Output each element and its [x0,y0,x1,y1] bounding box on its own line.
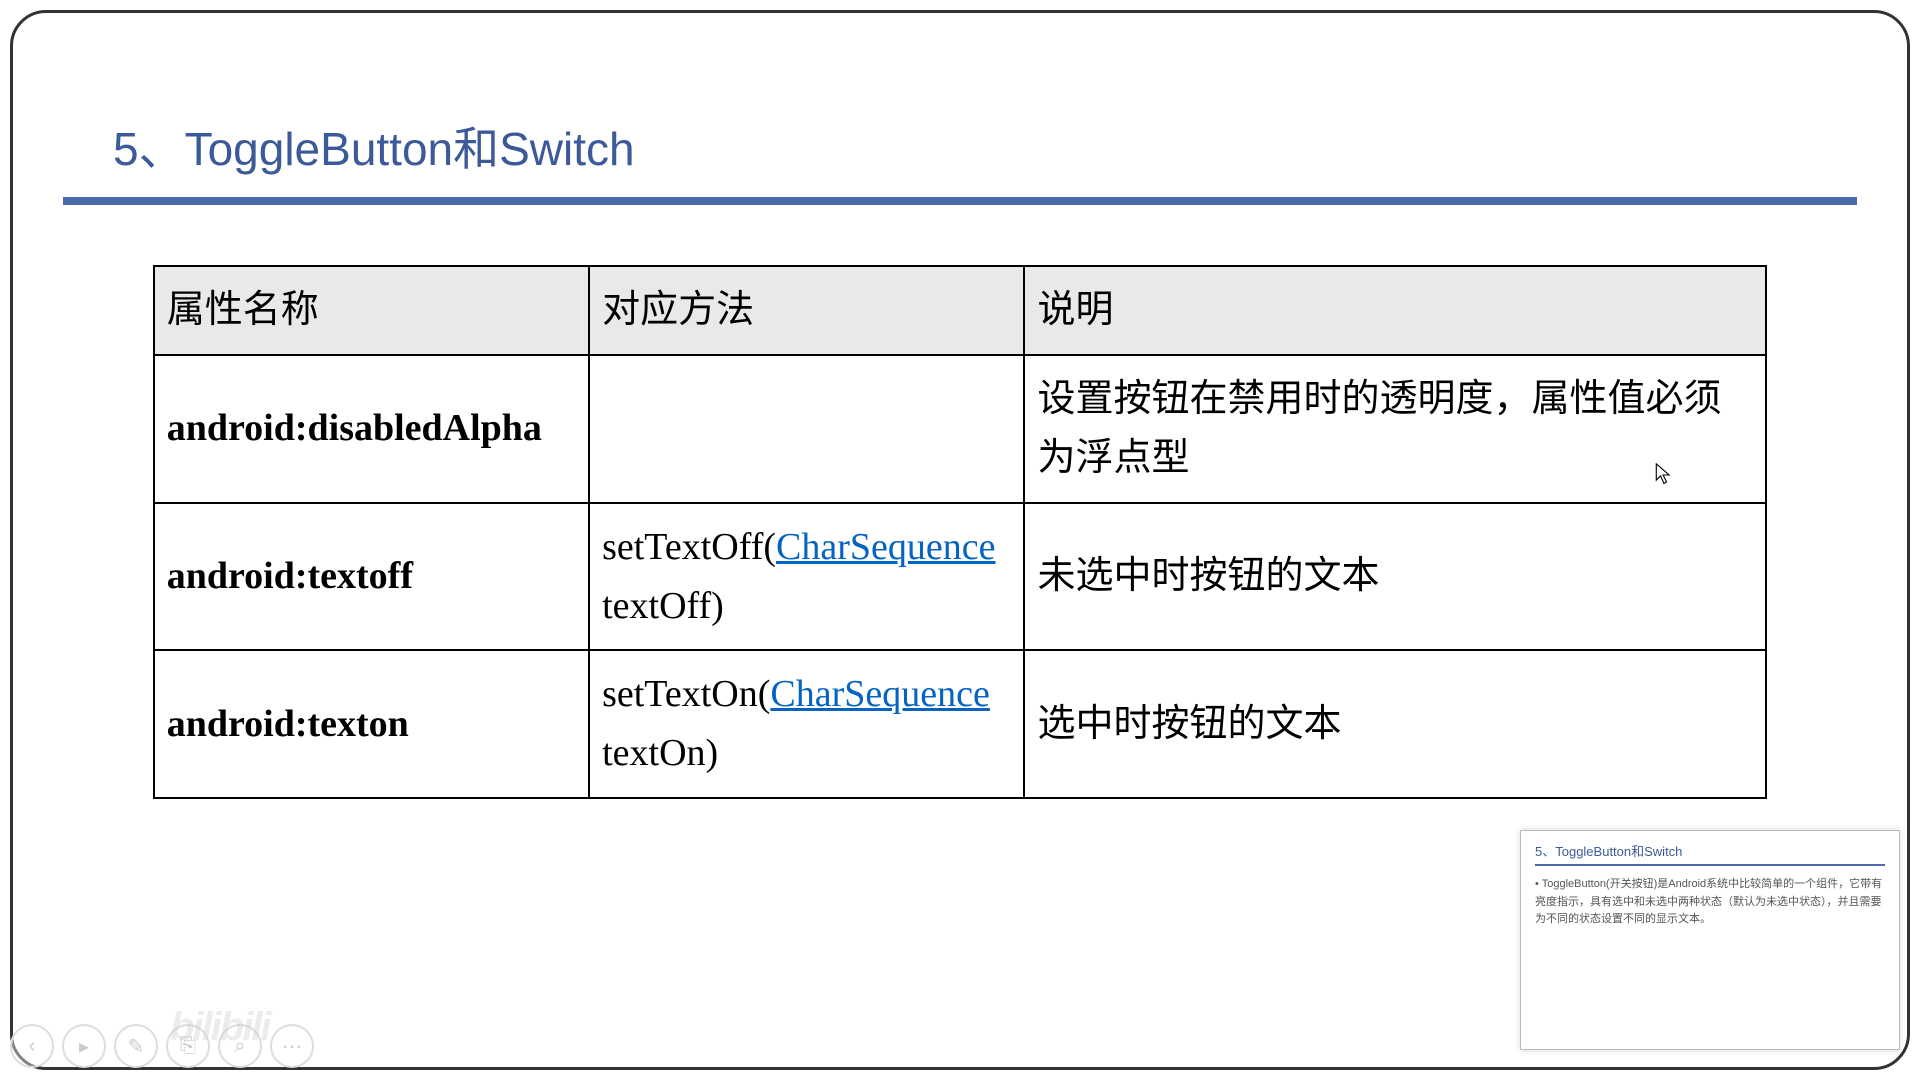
cell-method: setTextOff(CharSequence textOff) [589,503,1024,651]
thumb-title: 5、ToggleButton和Switch [1535,841,1885,860]
charsequence-link[interactable]: CharSequence [770,673,989,715]
table-row: android:textoff setTextOff(CharSequence … [154,503,1767,651]
bilibili-watermark: bilibili [170,1005,270,1050]
prev-button[interactable]: ‹ [10,1024,54,1068]
cell-desc: 设置按钮在禁用时的透明度，属性值必须为浮点型 [1024,355,1766,503]
th-attr-name: 属性名称 [154,266,589,355]
slide-thumbnail[interactable]: 5、ToggleButton和Switch ToggleButton(开关按钮)… [1520,830,1900,1050]
cell-method [589,355,1024,503]
title-underline [63,197,1857,205]
th-desc: 说明 [1024,266,1766,355]
method-prefix: setTextOn( [602,673,770,715]
method-suffix: textOn) [602,732,718,774]
cell-attr: android:disabledAlpha [154,355,589,503]
cell-desc: 未选中时按钮的文本 [1024,503,1766,651]
method-suffix: textOff) [602,585,724,627]
cell-attr: android:texton [154,650,589,798]
th-method: 对应方法 [589,266,1024,355]
table-row: android:texton setTextOn(CharSequence te… [154,650,1767,798]
cell-attr: android:textoff [154,503,589,651]
cell-method: setTextOn(CharSequence textOn) [589,650,1024,798]
charsequence-link[interactable]: CharSequence [776,526,995,568]
method-prefix: setTextOff( [602,526,776,568]
table-row: android:disabledAlpha 设置按钮在禁用时的透明度，属性值必须… [154,355,1767,503]
slide-title: 5、ToggleButton和Switch [63,113,1857,197]
play-button[interactable]: ▸ [62,1024,106,1068]
cell-desc: 选中时按钮的文本 [1024,650,1766,798]
more-button[interactable]: ⋯ [270,1024,314,1068]
thumb-underline [1535,864,1885,866]
thumb-body: ToggleButton(开关按钮)是Android系统中比较简单的一个组件，它… [1535,876,1885,929]
attributes-table: 属性名称 对应方法 说明 android:disabledAlpha 设置按钮在… [153,265,1768,799]
annotate-button[interactable]: ✎ [114,1024,158,1068]
